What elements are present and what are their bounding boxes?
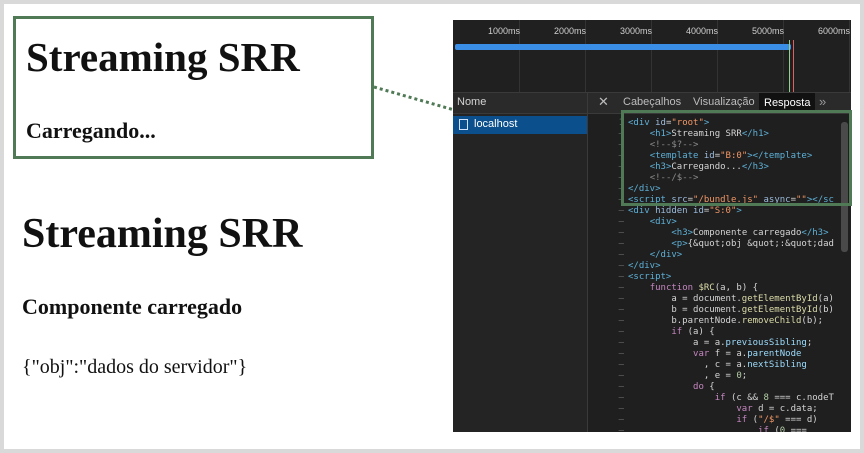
code-text: , e = 0; (628, 371, 748, 381)
line-number: – (618, 261, 624, 271)
code-text: do { (693, 382, 715, 392)
code-text: <div> (649, 217, 677, 227)
code-line: – var d = c.data; (588, 404, 851, 415)
code-line: – do { (588, 382, 851, 393)
more-tabs-icon[interactable]: » (819, 94, 826, 109)
code-line: – <p>{&quot;obj &quot;:&quot;dad (588, 239, 851, 250)
line-number: – (618, 404, 624, 414)
code-text: function $RC(a, b) { (649, 283, 759, 293)
code-line: – if (a) { (588, 327, 851, 338)
code-text: if ("/$" === d) (736, 415, 818, 425)
code-text: b = document.getElementById(b) (628, 305, 834, 315)
timeline-tick: 6000ms (818, 26, 851, 36)
code-text: </div> (649, 250, 683, 260)
code-text: , c = a.nextSibling (628, 360, 807, 370)
line-number: – (618, 360, 624, 370)
code-text: <script> (628, 272, 672, 282)
code-line: – <div hidden id="S:0"> (588, 206, 851, 217)
code-text: <h3>Componente carregado</h3> (671, 228, 829, 238)
line-number: – (618, 338, 624, 348)
dom-content-loaded-marker (789, 40, 790, 92)
code-line: – if (c && 8 === c.nodeT (588, 393, 851, 404)
code-text: <p>{&quot;obj &quot;:&quot;dad (671, 239, 834, 249)
code-text: var d = c.data; (736, 404, 818, 414)
timeline-tick: 3000ms (620, 26, 653, 36)
code-text: if (c && 8 === c.nodeT (714, 393, 834, 403)
line-number: – (618, 239, 624, 249)
code-text: <div hidden id="S:0"> (628, 206, 742, 216)
code-line: – if (0 === (588, 426, 851, 432)
line-number: – (618, 294, 624, 304)
code-line: – if ("/$" === d) (588, 415, 851, 426)
line-number: – (618, 415, 624, 425)
code-line: – b = document.getElementById(b) (588, 305, 851, 316)
tab-cabecalhos[interactable]: Cabeçalhos (623, 96, 681, 108)
document-icon (459, 119, 468, 130)
close-icon[interactable]: ✕ (598, 94, 609, 110)
load-marker (793, 40, 794, 92)
request-waterfall-bar[interactable] (455, 44, 791, 50)
network-timeline: 1000ms 2000ms 3000ms 4000ms 5000ms 6000m… (453, 20, 851, 93)
line-number: – (618, 272, 624, 282)
code-text: if (0 === (758, 426, 807, 432)
timeline-tick: 5000ms (752, 26, 785, 36)
code-text: var f = a.parentNode (693, 349, 802, 359)
line-number: – (618, 206, 624, 216)
tab-visualizacao[interactable]: Visualização (693, 96, 755, 108)
code-text: </div> (628, 261, 661, 271)
code-line: – , e = 0; (588, 371, 851, 382)
code-line: – <h3>Componente carregado</h3> (588, 228, 851, 239)
initial-html-highlight (621, 110, 852, 206)
code-line: – <div> (588, 217, 851, 228)
request-name: localhost (474, 118, 518, 130)
code-line: – var f = a.parentNode (588, 349, 851, 360)
request-list-item[interactable]: localhost (453, 116, 587, 134)
code-line: – a = document.getElementById(a) (588, 294, 851, 305)
line-number: – (618, 426, 624, 432)
timeline-tick: 4000ms (686, 26, 719, 36)
timeline-tick: 2000ms (554, 26, 587, 36)
code-text: a = document.getElementById(a) (628, 294, 834, 304)
timeline-tick: 1000ms (488, 26, 521, 36)
line-number: – (618, 217, 624, 227)
devtools-network-panel: 1000ms 2000ms 3000ms 4000ms 5000ms 6000m… (453, 20, 851, 432)
code-line: – a = a.previousSibling; (588, 338, 851, 349)
code-line: – b.parentNode.removeChild(b); (588, 316, 851, 327)
code-line: – <script> (588, 272, 851, 283)
line-number: – (618, 349, 624, 359)
line-number: – (618, 327, 624, 337)
line-number: – (618, 371, 624, 381)
line-number: – (618, 393, 624, 403)
code-text: a = a.previousSibling; (628, 338, 813, 348)
line-number: – (618, 316, 624, 326)
code-line: – </div> (588, 250, 851, 261)
code-text: b.parentNode.removeChild(b); (628, 316, 824, 326)
code-line: – function $RC(a, b) { (588, 283, 851, 294)
line-number: – (618, 228, 624, 238)
name-column-header[interactable]: Nome (457, 96, 486, 108)
code-text: if (a) { (671, 327, 715, 337)
line-number: – (618, 382, 624, 392)
code-line: – , c = a.nextSibling (588, 360, 851, 371)
line-number: – (618, 305, 624, 315)
code-line: – </div> (588, 261, 851, 272)
line-number: – (618, 250, 624, 260)
line-number: – (618, 283, 624, 293)
